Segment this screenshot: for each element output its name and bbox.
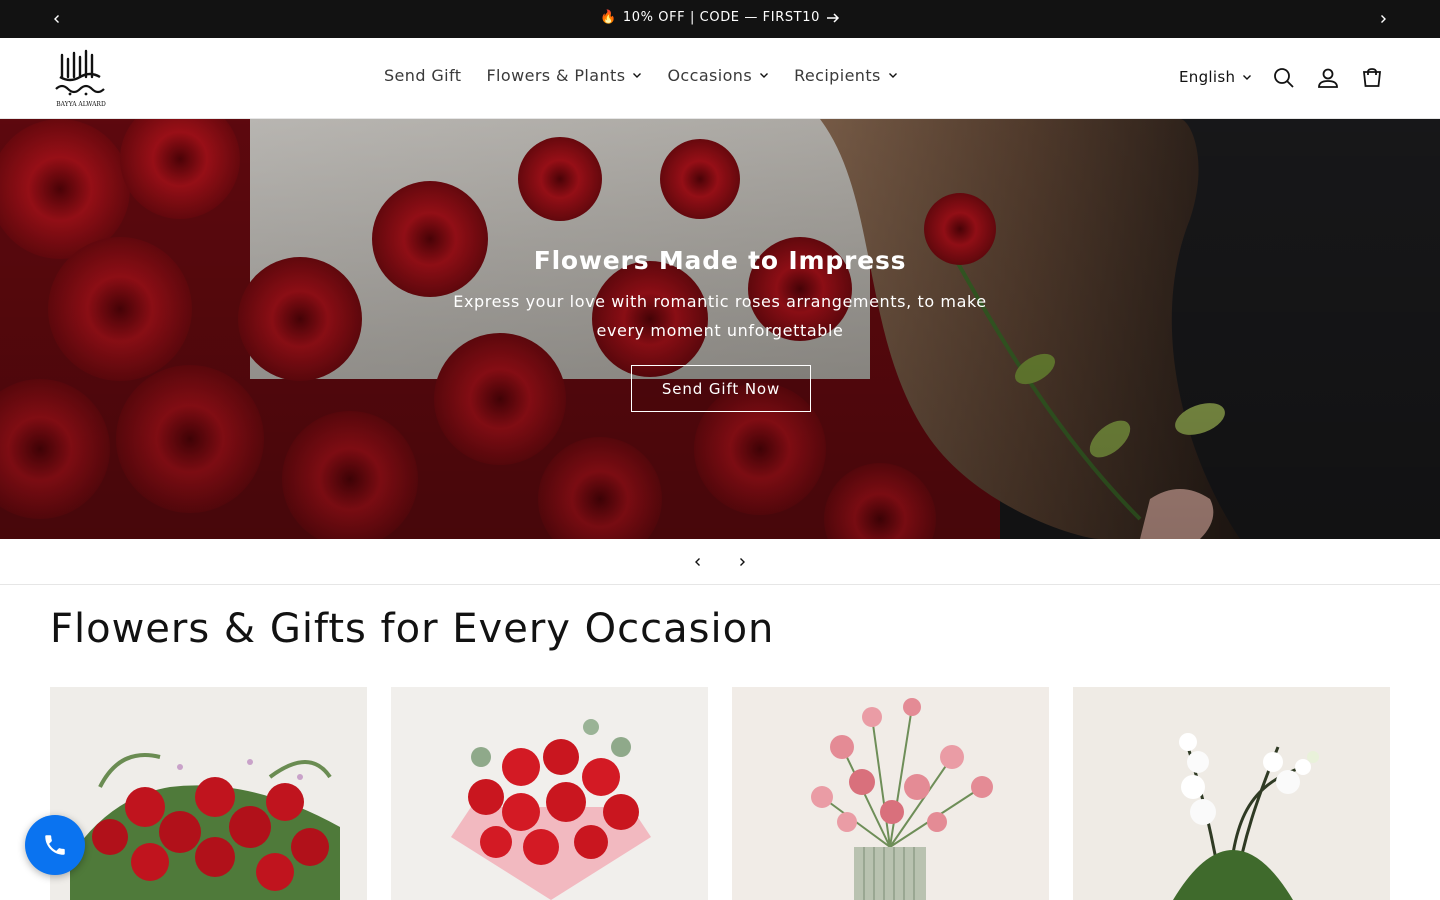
send-gift-now-button[interactable]: Send Gift Now	[631, 365, 811, 412]
logo-text: BAYYA ALWARD	[56, 101, 106, 108]
nav-label: Recipients	[794, 66, 881, 85]
hero-title: Flowers Made to Impress	[533, 246, 907, 275]
account-icon	[1318, 68, 1338, 88]
collection-image	[50, 687, 367, 900]
cart-button[interactable]	[1360, 66, 1384, 90]
hero-content: Flowers Made to Impress Express your lov…	[0, 119, 1440, 539]
collection-image	[732, 687, 1049, 900]
nav-send-gift[interactable]: Send Gift	[384, 66, 461, 85]
collection-card[interactable]	[732, 687, 1049, 900]
nav-recipients[interactable]: Recipients	[794, 66, 898, 85]
collection-card[interactable]	[391, 687, 708, 900]
announcement-bar: 🔥 10% OFF | CODE — FIRST10	[0, 0, 1440, 38]
nav-occasions[interactable]: Occasions	[667, 66, 769, 85]
chevron-down-icon	[632, 72, 642, 79]
hero-banner: Flowers Made to Impress Express your lov…	[0, 119, 1440, 539]
search-icon	[1274, 68, 1294, 88]
nav-label: Flowers & Plants	[486, 66, 626, 85]
collection-card[interactable]	[50, 687, 367, 900]
section-title: Flowers & Gifts for Every Occasion	[50, 606, 775, 652]
cart-icon	[1362, 68, 1382, 87]
site-header: BAYYA ALWARD Send Gift Flowers & Plants …	[0, 38, 1440, 119]
chevron-down-icon	[1242, 74, 1252, 81]
slide-next-button[interactable]	[732, 552, 752, 572]
phone-icon	[45, 835, 65, 855]
slide-prev-button[interactable]	[688, 552, 708, 572]
fire-icon: 🔥	[600, 10, 617, 25]
language-label: English	[1179, 68, 1236, 86]
brand-logo[interactable]: BAYYA ALWARD	[50, 47, 112, 109]
nav-label: Send Gift	[384, 66, 462, 85]
announcement-next-button[interactable]	[1373, 9, 1393, 29]
logo-icon: BAYYA ALWARD	[55, 49, 106, 108]
chevron-down-icon	[888, 72, 898, 79]
nav-flowers-plants[interactable]: Flowers & Plants	[486, 66, 642, 85]
collection-image	[391, 687, 708, 900]
announcement-message[interactable]: 🔥 10% OFF | CODE — FIRST10	[0, 10, 1440, 25]
call-button[interactable]	[25, 815, 85, 875]
language-selector[interactable]: English	[1179, 68, 1252, 86]
nav-label: Occasions	[667, 66, 753, 85]
chevron-down-icon	[759, 72, 769, 79]
main-nav: Send Gift Flowers & Plants Occasions Rec…	[384, 66, 923, 85]
hero-subtitle: Express your love with romantic roses ar…	[453, 292, 987, 340]
search-button[interactable]	[1272, 66, 1296, 90]
collection-card[interactable]	[1073, 687, 1390, 900]
announcement-text: 10% OFF | CODE — FIRST10	[622, 10, 820, 25]
collection-grid	[50, 687, 1390, 900]
arrow-right-icon	[826, 12, 840, 23]
chevron-right-icon	[1381, 15, 1386, 23]
chevron-right-icon	[740, 558, 745, 566]
account-button[interactable]	[1316, 66, 1340, 90]
collection-image	[1073, 687, 1390, 900]
slider-controls	[0, 539, 1440, 585]
chevron-left-icon	[695, 558, 700, 566]
